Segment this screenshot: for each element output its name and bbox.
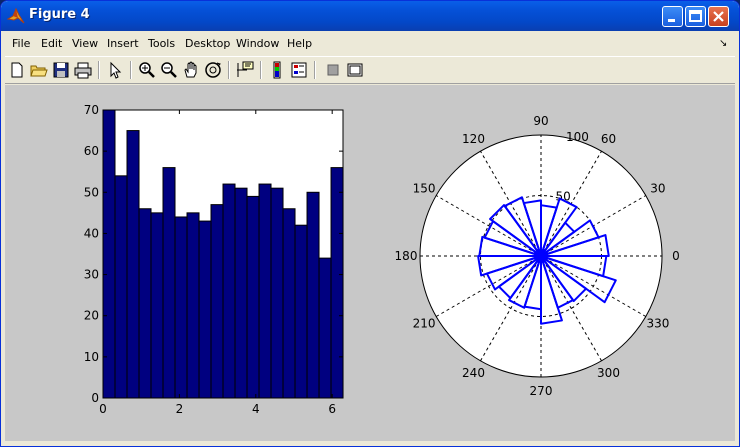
y-tick-label: 10 — [84, 350, 99, 364]
histogram-bar — [138, 208, 152, 399]
angle-label: 150 — [413, 182, 436, 196]
menu-insert[interactable]: Insert — [107, 37, 139, 50]
menu-desktop[interactable]: Desktop — [185, 37, 230, 50]
angle-label: 240 — [462, 366, 485, 380]
histogram-bar — [126, 130, 140, 399]
histogram-bar — [222, 183, 236, 399]
zoom-in-icon[interactable] — [137, 60, 157, 80]
matlab-logo-icon — [7, 7, 25, 24]
y-tick-label: 20 — [84, 309, 99, 323]
angle-label: 120 — [462, 132, 485, 146]
angle-label: 300 — [597, 366, 620, 380]
menu-bar: File Edit View Insert Tools Desktop Wind… — [5, 34, 735, 54]
histogram-bar — [318, 257, 332, 399]
show-plot-tools-icon[interactable] — [345, 60, 365, 80]
angle-label: 210 — [413, 317, 436, 331]
y-tick-label: 30 — [84, 268, 99, 282]
menu-file[interactable]: File — [12, 37, 30, 50]
maximize-button[interactable] — [685, 6, 706, 27]
angle-label: 90 — [533, 114, 548, 128]
angle-label: 30 — [650, 182, 665, 196]
colorbar-icon[interactable] — [267, 60, 287, 80]
y-tick-label: 70 — [84, 103, 99, 117]
hide-plot-tools-icon[interactable] — [323, 60, 343, 80]
y-tick-label: 50 — [84, 185, 99, 199]
title-bar[interactable]: Figure 4 — [1, 1, 739, 31]
histogram-bar — [186, 212, 200, 399]
histogram-bar — [198, 220, 212, 399]
minimize-icon — [668, 19, 675, 22]
angle-label: 330 — [646, 317, 669, 331]
histogram-bar — [174, 216, 188, 399]
figure-window: Figure 4 File Edit View Insert Tools Des… — [0, 0, 740, 447]
x-tick-label: 4 — [252, 402, 260, 416]
angle-label: 0 — [672, 249, 680, 263]
histogram-bar — [210, 204, 224, 399]
histogram-bar — [282, 208, 296, 399]
histogram-bar — [162, 167, 176, 399]
radius-label: 100 — [566, 130, 589, 144]
rotate-3d-icon[interactable] — [203, 60, 223, 80]
y-tick-label: 0 — [91, 391, 99, 405]
close-button[interactable] — [708, 6, 729, 27]
figure-toolbar — [5, 56, 735, 84]
legend-icon[interactable] — [289, 60, 309, 80]
menu-dock-arrow-icon[interactable]: ↘ — [719, 38, 727, 49]
figure-plots: 0 10 20 30 40 50 60 70 0 2 4 6 0 30 60 90 120 150 180 210… — [84, 103, 680, 416]
menu-window[interactable]: Window — [236, 37, 279, 50]
window-title: Figure 4 — [29, 7, 90, 22]
angle-label: 180 — [395, 249, 418, 263]
print-icon[interactable] — [73, 60, 93, 80]
pan-hand-icon[interactable] — [181, 60, 201, 80]
open-folder-icon[interactable] — [29, 60, 49, 80]
minimize-button[interactable] — [662, 6, 683, 27]
data-cursor-icon[interactable] — [235, 60, 255, 80]
histogram-bar — [246, 195, 260, 399]
menu-help[interactable]: Help — [287, 37, 312, 50]
maximize-icon — [689, 10, 702, 22]
histogram-bar — [330, 167, 344, 399]
x-tick-label: 6 — [328, 402, 336, 416]
histogram-bar — [114, 175, 128, 399]
close-icon — [713, 11, 724, 22]
histogram-bar — [150, 212, 164, 399]
menu-edit[interactable]: Edit — [41, 37, 62, 50]
polar-axes[interactable]: 030609012015018021024027030033050100 — [395, 114, 680, 398]
angle-label: 60 — [601, 132, 616, 146]
x-tick-label: 2 — [176, 402, 184, 416]
histogram-bar — [102, 109, 116, 399]
angle-label: 270 — [530, 384, 553, 398]
figure-canvas[interactable]: 0 10 20 30 40 50 60 70 0 2 4 6 0 30 60 90 120 150 180 210… — [5, 85, 735, 441]
pointer-arrow-icon[interactable] — [105, 60, 125, 80]
new-file-icon[interactable] — [7, 60, 27, 80]
histogram-axes[interactable]: 0 10 20 30 40 50 60 70 0 2 4 6 — [84, 103, 344, 416]
zoom-out-icon[interactable] — [159, 60, 179, 80]
histogram-bar — [258, 183, 272, 399]
y-tick-label: 60 — [84, 144, 99, 158]
histogram-bar — [234, 187, 248, 399]
menu-tools[interactable]: Tools — [148, 37, 175, 50]
histogram-bar — [294, 224, 308, 399]
y-tick-label: 40 — [84, 226, 99, 240]
x-tick-label: 0 — [99, 402, 107, 416]
save-icon[interactable] — [51, 60, 71, 80]
menu-view[interactable]: View — [72, 37, 98, 50]
histogram-bar — [270, 187, 284, 399]
histogram-bar — [306, 191, 320, 399]
